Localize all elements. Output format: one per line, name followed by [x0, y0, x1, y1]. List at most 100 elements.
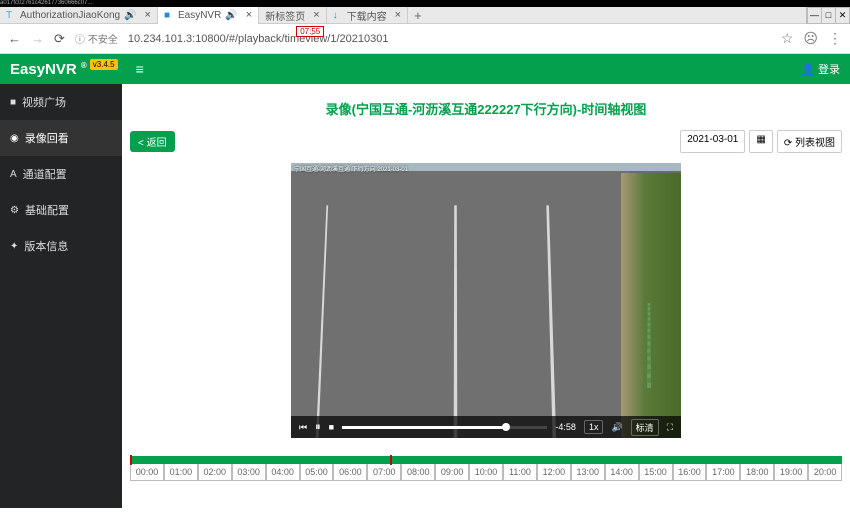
- timeline-tick[interactable]: 15:00: [639, 464, 673, 481]
- video-overlay-text: 宁国互通-河沥溪互通 下行方向 2021-03-01: [294, 166, 408, 174]
- sidebar-item-playback[interactable]: ◉ 录像回看: [0, 120, 122, 156]
- tab-label: 下载内容: [347, 8, 387, 23]
- browser-tabbar: T AuthorizationJiaoKong 🔊 × ■ EasyNVR 🔊 …: [0, 7, 850, 24]
- close-icon[interactable]: ×: [246, 9, 252, 21]
- timeline-tick[interactable]: 19:00: [774, 464, 808, 481]
- timeline-tick[interactable]: 05:00: [300, 464, 334, 481]
- download-icon: ↓: [333, 10, 343, 20]
- kebab-menu-icon[interactable]: ⋮: [828, 30, 842, 47]
- forward-button[interactable]: →: [31, 31, 44, 46]
- sidebar-item-video-square[interactable]: ■ 视频广场: [0, 84, 122, 120]
- brand-logo[interactable]: EasyNVR ®: [10, 61, 87, 78]
- time-remaining: -4:58: [555, 422, 576, 432]
- hamburger-icon[interactable]: ≡: [136, 61, 144, 77]
- volume-icon[interactable]: 🔊: [611, 422, 622, 433]
- info-icon: ✦: [10, 241, 18, 252]
- profile-icon[interactable]: ☹: [803, 30, 818, 47]
- sidebar: ■ 视频广场 ◉ 录像回看 A 通道配置 ⚙ 基础配置 ✦ 版本信息: [0, 84, 122, 508]
- close-icon[interactable]: ×: [313, 9, 319, 21]
- version-badge: v3.4.5: [90, 59, 118, 70]
- window-controls: — □ ✕: [806, 7, 850, 24]
- timeline-tick[interactable]: 03:00: [232, 464, 266, 481]
- browser-tab-downloads[interactable]: ↓ 下载内容 ×: [327, 7, 408, 24]
- progress-handle[interactable]: [502, 423, 510, 431]
- list-view-button[interactable]: ⟳ 列表视图: [777, 130, 842, 153]
- timeline-tick[interactable]: 01:00: [164, 464, 198, 481]
- gear-icon: ⚙: [10, 205, 19, 216]
- timeline-tick[interactable]: 08:00: [401, 464, 435, 481]
- sidebar-item-label: 视频广场: [22, 94, 66, 110]
- security-indicator[interactable]: ⓘ不安全: [75, 31, 118, 46]
- video-control-bar: ⏮ ⏸ ■ -4:58 1x 🔊 标清 ⛶: [291, 416, 681, 438]
- sidebar-item-label: 通道配置: [23, 166, 67, 182]
- timeline-tick[interactable]: 06:00: [333, 464, 367, 481]
- maximize-button[interactable]: □: [821, 8, 835, 23]
- tab-favicon: ■: [164, 10, 174, 20]
- sidebar-item-settings[interactable]: ⚙ 基础配置: [0, 192, 122, 228]
- progress-bar[interactable]: [342, 426, 547, 429]
- record-icon: ◉: [10, 133, 19, 144]
- sidebar-item-version[interactable]: ✦ 版本信息: [0, 228, 122, 264]
- tab-audio-icon[interactable]: 🔊: [225, 10, 237, 21]
- timeline-tick[interactable]: 07:00: [367, 464, 401, 481]
- controls-row: < 返回 2021-03-01 ▦ ⟳ 列表视图: [127, 130, 845, 153]
- timeline-tick[interactable]: 17:00: [706, 464, 740, 481]
- video-player[interactable]: 宁国互通-河沥溪互通 下行方向 2021-03-01 ⏮ ⏸ ■ -4:58 1…: [291, 163, 681, 438]
- sidebar-item-label: 录像回看: [25, 130, 69, 146]
- calendar-icon: ▦: [756, 134, 765, 145]
- tab-label: AuthorizationJiaoKong: [20, 10, 120, 21]
- timeline-playhead[interactable]: [390, 455, 392, 465]
- tab-favicon: T: [6, 10, 16, 20]
- timeline-tick[interactable]: 18:00: [740, 464, 774, 481]
- sidebar-item-label: 基础配置: [25, 202, 69, 218]
- user-icon: 👤: [801, 63, 815, 76]
- step-back-icon[interactable]: ⏮: [299, 422, 307, 433]
- url-field[interactable]: 10.234.101.3:10800/#/playback/timeview/1…: [128, 33, 771, 45]
- video-frame: 宁国互通-河沥溪互通 下行方向 2021-03-01: [291, 163, 681, 438]
- sidebar-item-label: 版本信息: [24, 238, 68, 254]
- close-window-button[interactable]: ✕: [835, 8, 849, 23]
- timeline-tick[interactable]: 00:00: [130, 464, 164, 481]
- timeline-tick[interactable]: 02:00: [198, 464, 232, 481]
- timeline-tick[interactable]: 04:00: [266, 464, 300, 481]
- browser-tab-newtab[interactable]: 新标签页 ×: [259, 7, 326, 24]
- fullscreen-icon[interactable]: ⛶: [667, 422, 673, 433]
- browser-tab-authorization[interactable]: T AuthorizationJiaoKong 🔊 ×: [0, 7, 158, 24]
- back-button[interactable]: ←: [8, 31, 21, 46]
- login-button[interactable]: 👤登录: [801, 61, 840, 77]
- timeline-ticks: 00:0001:0002:0003:0004:0005:0006:0007:00…: [130, 464, 842, 481]
- timeline-start-cursor[interactable]: [130, 455, 132, 465]
- tab-audio-icon[interactable]: 🔊: [124, 10, 136, 21]
- tab-label: 新标签页: [265, 8, 305, 23]
- browser-tab-easynvr[interactable]: ■ EasyNVR 🔊 ×: [158, 7, 259, 24]
- new-tab-button[interactable]: +: [408, 8, 428, 23]
- video-icon: ■: [10, 97, 16, 108]
- close-icon[interactable]: ×: [395, 9, 401, 21]
- page-title: 录像(宁国互通-河沥溪互通222227下行方向)-时间轴视图: [127, 99, 845, 118]
- sidebar-item-channel[interactable]: A 通道配置: [0, 156, 122, 192]
- pause-icon[interactable]: ⏸: [315, 421, 321, 434]
- timeline-tick[interactable]: 09:00: [435, 464, 469, 481]
- playback-speed[interactable]: 1x: [584, 420, 604, 434]
- minimize-button[interactable]: —: [807, 8, 821, 23]
- refresh-icon: ⟳: [784, 138, 795, 149]
- stop-icon[interactable]: ■: [329, 422, 334, 432]
- calendar-button[interactable]: ▦: [749, 130, 772, 153]
- close-icon[interactable]: ×: [145, 9, 151, 21]
- bookmark-star-icon[interactable]: ☆: [781, 30, 794, 47]
- main-content: 录像(宁国互通-河沥溪互通222227下行方向)-时间轴视图 < 返回 2021…: [122, 84, 850, 508]
- timeline-tick[interactable]: 13:00: [571, 464, 605, 481]
- timeline-tick[interactable]: 10:00: [469, 464, 503, 481]
- timeline-tick[interactable]: 11:00: [503, 464, 537, 481]
- back-button[interactable]: < 返回: [130, 131, 175, 152]
- timeline-tick[interactable]: 16:00: [673, 464, 707, 481]
- timeline-tick[interactable]: 14:00: [605, 464, 639, 481]
- quality-selector[interactable]: 标清: [631, 419, 659, 436]
- channel-icon: A: [10, 169, 17, 180]
- timeline-tick[interactable]: 20:00: [808, 464, 842, 481]
- date-input[interactable]: 2021-03-01: [680, 130, 745, 153]
- timeline-bar[interactable]: [130, 456, 842, 464]
- app-body: ■ 视频广场 ◉ 录像回看 A 通道配置 ⚙ 基础配置 ✦ 版本信息 录像(宁国互通-河沥…: [0, 84, 850, 508]
- timeline-tick[interactable]: 12:00: [537, 464, 571, 481]
- reload-button[interactable]: ⟳: [54, 31, 65, 47]
